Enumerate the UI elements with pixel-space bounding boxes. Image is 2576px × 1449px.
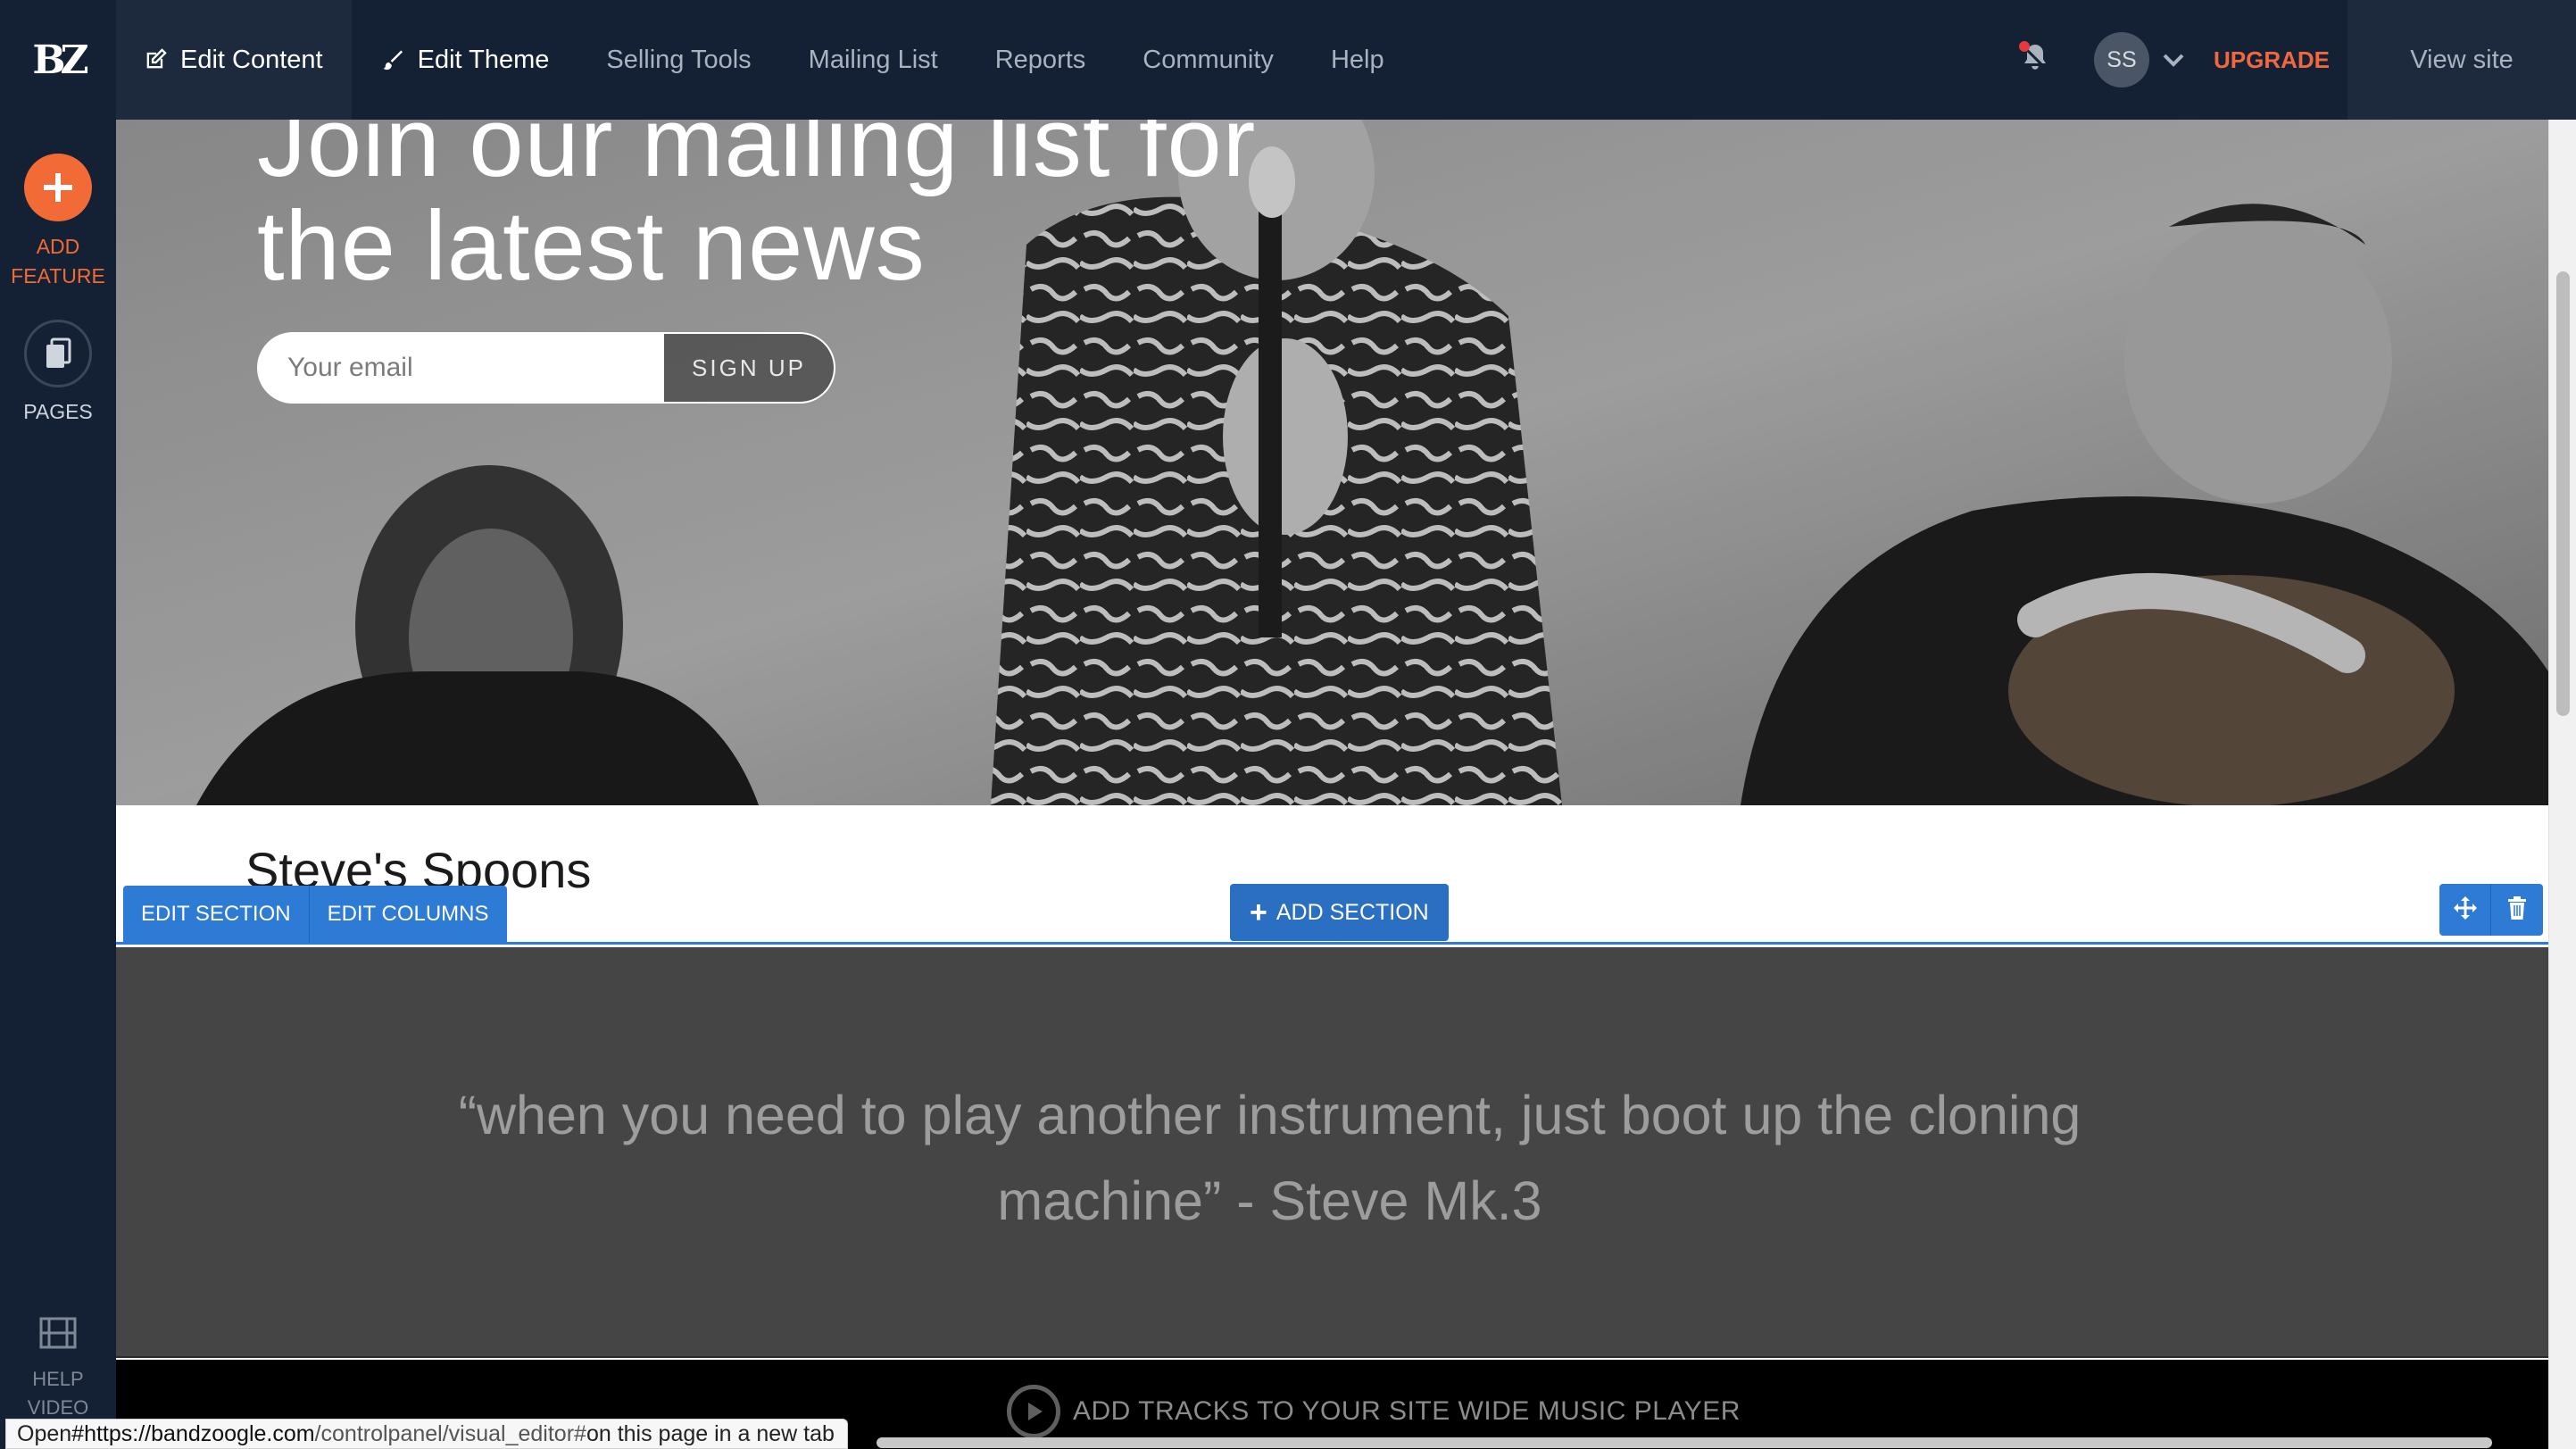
add-feature-button[interactable]: ADD FEATURE (0, 154, 116, 291)
pages-icon (24, 320, 92, 387)
quote-section[interactable]: “when you need to play another instrumen… (116, 947, 2548, 1358)
edit-columns-label: EDIT COLUMNS (327, 902, 489, 926)
mailing-list-form: SIGN UP (257, 332, 835, 404)
section-tools (2439, 884, 2543, 936)
view-site-button[interactable]: View site (2347, 0, 2576, 120)
nav-reports-label: Reports (994, 45, 1086, 74)
nav-community-label: Community (1143, 45, 1274, 74)
nav-help-label: Help (1330, 45, 1384, 74)
add-tracks-label: ADD TRACKS TO YOUR SITE WIDE MUSIC PLAYE… (1073, 1396, 1741, 1426)
move-section-button[interactable] (2439, 884, 2491, 936)
nav-selling-tools[interactable]: Selling Tools (578, 0, 779, 120)
brush-icon (380, 47, 405, 72)
notifications-button[interactable] (2008, 0, 2062, 120)
logo-mark: BZ (32, 37, 88, 83)
pages-button[interactable]: PAGES (0, 320, 116, 424)
avatar-initials: SS (2107, 46, 2137, 72)
edit-icon (143, 47, 168, 72)
nav-selling-tools-label: Selling Tools (606, 45, 752, 74)
nav-edit-theme[interactable]: Edit Theme (352, 0, 578, 120)
site-canvas: Join our mailing list for the latest new… (116, 120, 2548, 1449)
left-sidebar: ADD FEATURE PAGES HELP VIDEO (0, 120, 116, 1449)
hero-section[interactable]: Join our mailing list for the latest new… (116, 120, 2548, 805)
delete-section-button[interactable] (2491, 884, 2543, 936)
nav-community[interactable]: Community (1114, 0, 1302, 120)
top-nav: BZ Edit Content Edit Theme Selling Tools… (0, 0, 2576, 120)
play-icon (1007, 1385, 1060, 1438)
move-icon (2452, 895, 2479, 926)
plus-icon (24, 154, 92, 221)
film-icon (38, 1317, 78, 1353)
upgrade-link[interactable]: UPGRADE (2214, 46, 2330, 74)
view-site-label: View site (2410, 45, 2514, 74)
quote-text: “when you need to play another instrumen… (458, 1085, 2082, 1231)
chevron-down-icon[interactable] (2162, 52, 2185, 68)
link-status-tooltip: Open #https://bandzoogle.com /controlpan… (5, 1419, 848, 1449)
horizontal-scrollbar[interactable] (877, 1437, 2492, 1448)
avatar[interactable]: SS (2093, 32, 2149, 87)
status-prefix: Open (17, 1420, 72, 1446)
sign-up-label: SIGN UP (692, 354, 806, 381)
scrollbar-thumb[interactable] (2556, 271, 2570, 716)
nav-edit-content[interactable]: Edit Content (116, 0, 352, 120)
add-section-button[interactable]: + ADD SECTION (1230, 884, 1449, 941)
nav-help[interactable]: Help (1302, 0, 1413, 120)
pages-label: PAGES (23, 400, 93, 423)
notification-dot (2018, 41, 2030, 52)
nav-reports[interactable]: Reports (967, 0, 1115, 120)
nav-edit-content-label: Edit Content (180, 45, 323, 74)
add-tracks-link[interactable]: ADD TRACKS TO YOUR SITE WIDE MUSIC PLAYE… (1007, 1385, 1741, 1438)
nav-right: SS UPGRADE View site (2008, 0, 2576, 120)
edit-section-button[interactable]: EDIT SECTION (123, 886, 310, 943)
nav-mailing-list[interactable]: Mailing List (780, 0, 967, 120)
vertical-scrollbar[interactable] (2548, 120, 2576, 1449)
edit-columns-button[interactable]: EDIT COLUMNS (309, 886, 507, 943)
status-suffix: on this page in a new tab (586, 1420, 835, 1446)
logo[interactable]: BZ (0, 0, 116, 120)
sign-up-button[interactable]: SIGN UP (664, 332, 835, 404)
help-video-label: HELP VIDEO (27, 1368, 89, 1419)
add-section-label: ADD SECTION (1276, 899, 1429, 925)
edit-section-label: EDIT SECTION (141, 902, 291, 926)
plus-icon: + (1250, 895, 1267, 929)
section-edit-toolbar: EDIT SECTION EDIT COLUMNS (123, 886, 507, 943)
status-host: #https://bandzoogle.com (71, 1420, 315, 1446)
nav-edit-theme-label: Edit Theme (417, 45, 550, 74)
trash-icon (2506, 895, 2528, 925)
nav-mailing-list-label: Mailing List (808, 45, 938, 74)
help-video-button[interactable]: HELP VIDEO (0, 1316, 116, 1422)
email-field[interactable] (257, 332, 664, 404)
add-feature-label: ADD FEATURE (11, 235, 105, 287)
hero-title: Join our mailing list for the latest new… (257, 120, 1257, 301)
status-path: /controlpanel/visual_editor# (314, 1420, 586, 1446)
